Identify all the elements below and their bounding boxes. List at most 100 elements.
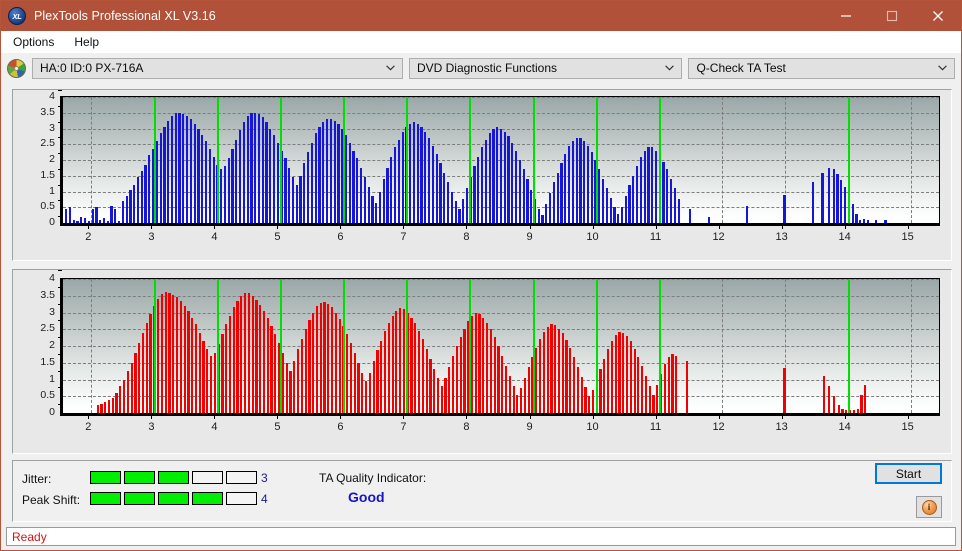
chart-bar xyxy=(588,395,591,413)
x-axis-tick xyxy=(592,414,594,419)
chart-bar xyxy=(584,386,587,413)
chart-bar xyxy=(191,317,194,413)
chart-bar xyxy=(431,145,435,223)
peak-shift-label: Peak Shift: xyxy=(22,493,81,507)
chart-bar xyxy=(565,339,568,413)
chart-bar xyxy=(197,128,200,223)
chart-bar xyxy=(516,394,519,413)
chart-bar xyxy=(556,172,559,223)
chart-bar xyxy=(300,339,303,413)
chart-bar xyxy=(537,208,540,223)
x-axis-tick xyxy=(718,224,720,229)
chart-bar xyxy=(416,123,419,223)
chart-bar xyxy=(443,172,446,223)
chart-bar xyxy=(228,315,232,413)
drive-select[interactable]: HA:0 ID:0 PX-716A xyxy=(32,57,403,79)
grid-line-vertical xyxy=(91,279,93,413)
chart-bar xyxy=(527,366,530,413)
menu-item-help[interactable]: Help xyxy=(70,33,109,52)
chart-bar xyxy=(450,191,453,223)
test-select[interactable]: Q-Check TA Test xyxy=(688,57,955,79)
y-axis-tick-label: 0.5 xyxy=(40,200,55,213)
chart-bar xyxy=(123,379,126,413)
chart-bar xyxy=(80,216,83,223)
track-marker-line xyxy=(154,279,157,413)
close-icon[interactable] xyxy=(915,1,961,31)
x-axis-tick xyxy=(466,414,468,419)
chart-bar xyxy=(136,177,140,223)
x-axis-tick xyxy=(844,414,846,419)
track-marker-line xyxy=(406,279,409,413)
chart-bar xyxy=(383,330,387,413)
x-axis-tick xyxy=(655,414,657,419)
chart-bar xyxy=(560,163,563,223)
x-axis-tick xyxy=(88,414,90,419)
chart-bar xyxy=(811,182,815,223)
chart-bar xyxy=(130,362,133,413)
track-marker-line xyxy=(847,97,850,223)
y-axis-tick-label: 2 xyxy=(49,153,55,165)
x-axis-tick xyxy=(403,414,405,419)
x-axis-tick-label: 10 xyxy=(586,421,599,433)
menu-item-options[interactable]: Options xyxy=(9,33,64,52)
y-axis-tick-label: 1.5 xyxy=(40,355,55,368)
chart-bar xyxy=(87,221,90,223)
track-marker-line xyxy=(280,279,283,413)
chart-bar xyxy=(170,115,174,223)
chart-bar xyxy=(520,387,523,413)
chart-bar xyxy=(637,356,640,413)
chart-bar xyxy=(361,372,364,413)
x-axis-tick-label: 4 xyxy=(211,421,218,433)
x-axis-tick-label: 2 xyxy=(85,231,92,243)
chart-bar xyxy=(198,332,201,413)
chart-bar xyxy=(363,177,366,223)
chart-bar xyxy=(368,372,371,413)
x-axis-tick xyxy=(592,224,594,229)
x-axis-tick xyxy=(340,224,342,229)
chart-bar xyxy=(607,349,610,413)
chart-bar xyxy=(246,115,249,223)
chart-bar xyxy=(179,300,182,413)
x-axis-tick xyxy=(277,224,279,229)
chart-bar xyxy=(157,299,160,413)
minimize-icon[interactable] xyxy=(823,1,869,31)
y-axis-tick-label: 3 xyxy=(49,121,55,134)
chart-bar xyxy=(492,128,495,223)
y-axis-tick-label: 1 xyxy=(49,184,55,197)
x-axis-tick xyxy=(907,414,909,419)
chart-bar xyxy=(489,329,493,413)
maximize-icon[interactable] xyxy=(869,1,915,31)
function-select[interactable]: DVD Diagnostic Functions xyxy=(408,57,683,79)
chart-bar xyxy=(618,331,621,413)
chart-bar xyxy=(647,147,650,223)
y-axis-tick xyxy=(58,370,62,372)
chart-bar xyxy=(827,167,830,223)
chart-bar xyxy=(178,112,181,223)
chart-bar xyxy=(482,317,485,413)
peak-shift-chart-plot xyxy=(60,278,940,416)
chart-bar xyxy=(380,340,383,413)
chart-bar xyxy=(372,361,375,413)
track-marker-line xyxy=(217,279,220,413)
y-axis-tick-label: 3.5 xyxy=(40,288,55,301)
info-button[interactable]: i xyxy=(916,496,942,518)
chart-bar xyxy=(202,340,205,413)
chart-bar xyxy=(541,215,544,223)
chart-bar xyxy=(508,376,511,413)
chart-bar xyxy=(436,377,440,413)
window-title: PlexTools Professional XL V3.16 xyxy=(34,9,216,23)
optical-disc-icon xyxy=(7,58,26,78)
chart-bar xyxy=(296,349,300,413)
chart-bar xyxy=(783,367,786,413)
meter-segment xyxy=(90,471,121,484)
y-axis-tick xyxy=(58,320,62,322)
chart-bar xyxy=(852,409,856,413)
x-axis-tick-label: 10 xyxy=(586,231,599,243)
chart-bar xyxy=(614,335,617,413)
chart-bar xyxy=(458,208,461,223)
x-axis-tick xyxy=(88,224,90,229)
y-axis-tick xyxy=(58,105,62,107)
x-axis-tick xyxy=(214,224,216,229)
start-button[interactable]: Start xyxy=(875,463,942,484)
chart-bar xyxy=(121,200,124,223)
